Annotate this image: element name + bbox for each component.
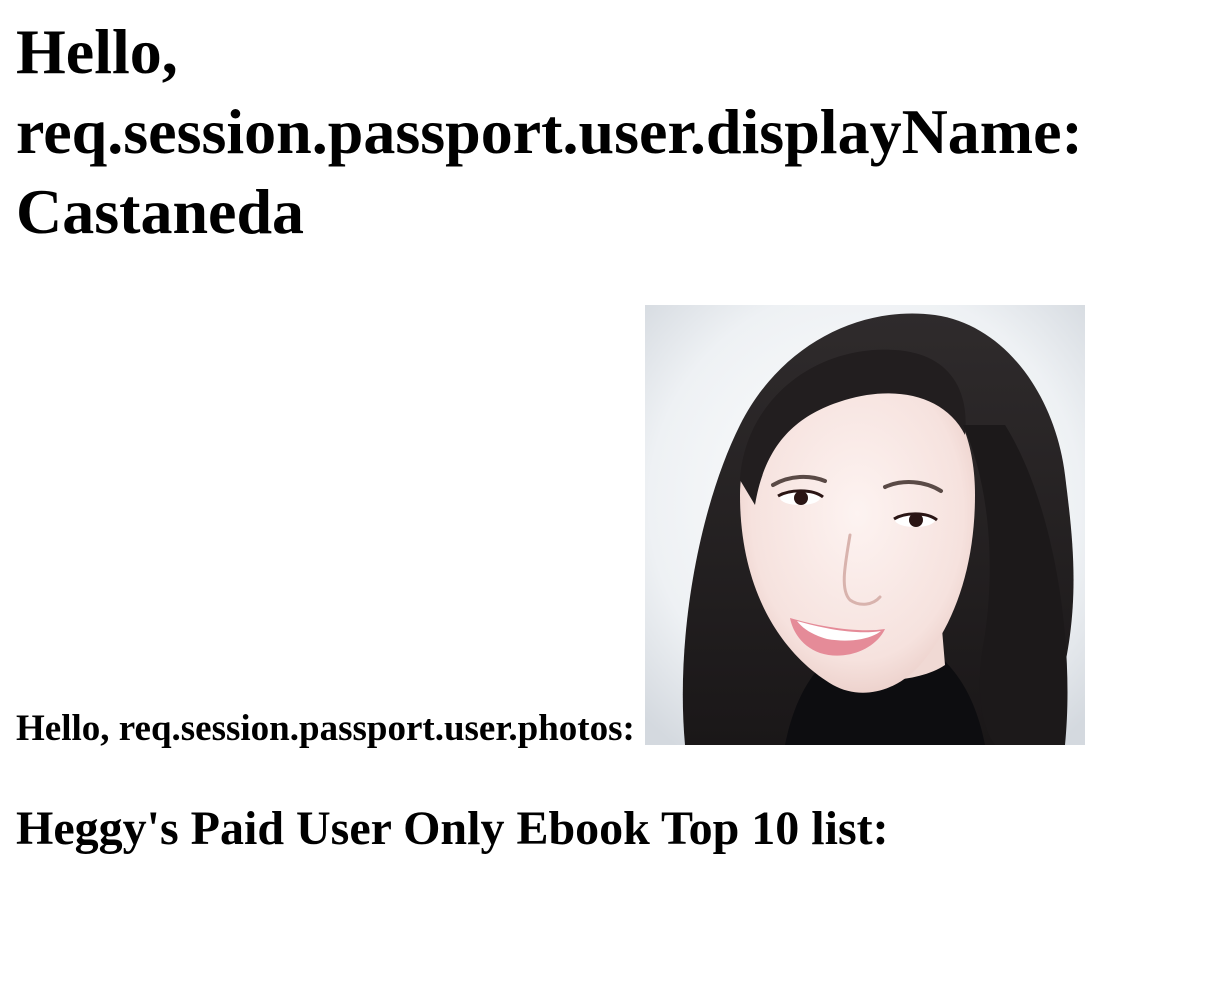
photos-row: Hello, req.session.passport.user.photos: xyxy=(16,305,1208,749)
page: Hello, req.session.passport.user.display… xyxy=(0,12,1224,857)
hello-text: Hello, xyxy=(16,16,178,87)
photos-label: Hello, req.session.passport.user.photos: xyxy=(16,708,635,749)
ebook-list-heading: Heggy's Paid User Only Ebook Top 10 list… xyxy=(16,802,889,855)
display-name-label: req.session.passport.user.displayName: xyxy=(16,96,1083,167)
display-name-value: Castaneda xyxy=(16,176,305,247)
display-name-heading: Hello, req.session.passport.user.display… xyxy=(16,12,1206,252)
user-photo xyxy=(644,305,1085,745)
